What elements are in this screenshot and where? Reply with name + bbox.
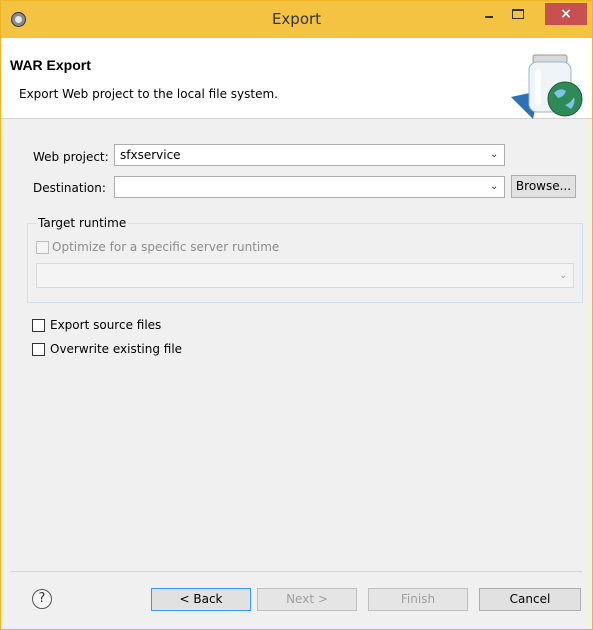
help-icon[interactable]: ? (32, 589, 52, 609)
wizard-page-description: Export Web project to the local file sys… (19, 87, 278, 101)
browse-button[interactable]: Browse... (511, 175, 576, 198)
export-source-checkbox[interactable] (32, 319, 45, 332)
close-button[interactable]: × (545, 3, 587, 25)
overwrite-checkbox[interactable] (32, 343, 45, 356)
cancel-button[interactable]: Cancel (479, 588, 581, 611)
web-project-combo[interactable]: sfxservice ⌄ (114, 144, 505, 166)
web-project-value: sfxservice (120, 148, 181, 162)
footer-separator (11, 571, 582, 572)
chevron-down-icon: ⌄ (490, 181, 499, 192)
finish-button[interactable]: Finish (368, 588, 468, 611)
destination-combo[interactable]: ⌄ (114, 176, 505, 198)
back-button[interactable]: < Back (151, 588, 251, 611)
wizard-page-title: WAR Export (10, 57, 91, 73)
overwrite-label: Overwrite existing file (50, 342, 183, 356)
minimize-button[interactable] (476, 3, 502, 25)
chevron-down-icon: ⌄ (559, 270, 568, 281)
maximize-button[interactable] (504, 3, 530, 25)
next-button[interactable]: Next > (257, 588, 357, 611)
war-export-jar-globe-icon (511, 54, 583, 119)
chevron-down-icon: ⌄ (490, 149, 499, 160)
optimize-runtime-label: Optimize for a specific server runtime (52, 240, 280, 254)
title-bar[interactable]: Export × (1, 1, 592, 38)
server-runtime-combo[interactable]: ⌄ (36, 263, 574, 288)
destination-label: Destination: (33, 181, 106, 195)
web-project-label: Web project: (33, 150, 109, 164)
optimize-runtime-checkbox[interactable] (36, 241, 49, 254)
export-source-label: Export source files (50, 318, 162, 332)
export-dialog: Export × WAR Export Export Web project t… (0, 0, 593, 630)
wizard-banner: WAR Export Export Web project to the loc… (1, 38, 592, 119)
target-runtime-legend: Target runtime (36, 216, 129, 230)
